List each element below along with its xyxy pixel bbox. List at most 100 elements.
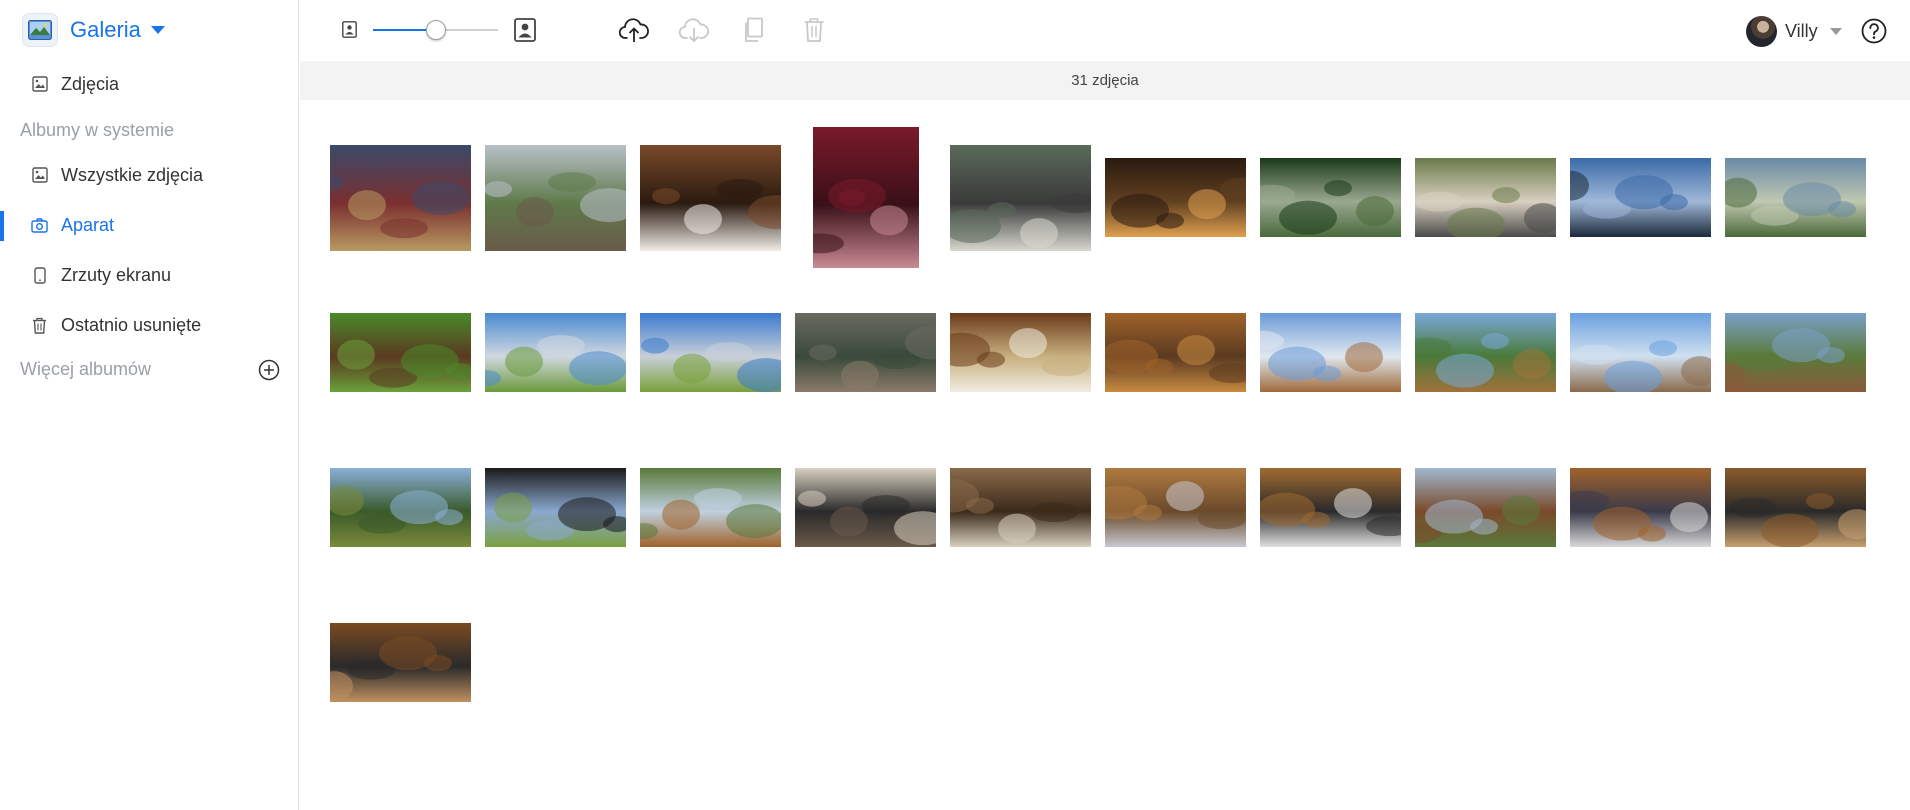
photo-thumbnail[interactable] (640, 144, 781, 251)
photo-tile[interactable] (1563, 275, 1718, 430)
photo-tile[interactable] (1098, 275, 1253, 430)
sidebar-item-recently-deleted[interactable]: Ostatnio usunięte (0, 305, 298, 345)
sidebar-item-label: Zdjęcia (61, 73, 120, 94)
photo-thumbnail[interactable] (640, 468, 781, 547)
sidebar-item-photos[interactable]: Zdjęcia (0, 64, 298, 104)
photo-tile[interactable] (323, 275, 478, 430)
photo-tile[interactable] (1098, 120, 1253, 275)
photo-tile[interactable] (478, 430, 633, 585)
photo-tile[interactable] (633, 430, 788, 585)
photo-thumbnail[interactable] (812, 127, 919, 268)
photo-tile[interactable] (788, 430, 943, 585)
chevron-down-icon[interactable] (150, 26, 165, 34)
photo-thumbnail[interactable] (330, 144, 471, 251)
user-name[interactable]: Villy (1785, 21, 1818, 42)
photo-thumbnail[interactable] (1415, 468, 1556, 547)
photo-thumbnail[interactable] (950, 313, 1091, 392)
photo-tile[interactable] (1718, 120, 1873, 275)
photo-thumbnail[interactable] (950, 144, 1091, 251)
zoom-out-icon[interactable] (342, 21, 357, 38)
photo-tile[interactable] (943, 430, 1098, 585)
photo-thumbnail[interactable] (795, 313, 936, 392)
photo-thumbnail[interactable] (330, 623, 471, 702)
help-icon[interactable] (1861, 18, 1887, 44)
photo-tile[interactable] (943, 120, 1098, 275)
photo-tile[interactable] (788, 275, 943, 430)
sidebar-item-label: Ostatnio usunięte (61, 314, 202, 335)
upload-icon[interactable] (618, 14, 650, 46)
photo-tile[interactable] (1253, 275, 1408, 430)
photo-thumbnail[interactable] (950, 468, 1091, 547)
photo-tile[interactable] (788, 120, 943, 275)
sidebar-item-camera[interactable]: Aparat (0, 205, 298, 245)
copy-icon[interactable] (738, 14, 770, 46)
photo-tile[interactable] (633, 120, 788, 275)
avatar[interactable] (1746, 15, 1777, 47)
sidebar-item-screenshots[interactable]: Zrzuty ekranu (0, 255, 298, 295)
sidebar: Galeria Zdjęcia Albumy w systemie Wszyst… (0, 0, 299, 810)
photo-thumbnail[interactable] (1260, 158, 1401, 237)
chevron-down-icon[interactable] (1829, 27, 1842, 35)
photo-thumbnail[interactable] (1725, 313, 1866, 392)
photo-tile[interactable] (323, 430, 478, 585)
toolbar (300, 0, 1910, 61)
photo-thumbnail[interactable] (485, 313, 626, 392)
photo-tile[interactable] (323, 120, 478, 275)
camera-icon (31, 217, 48, 234)
photo-grid (300, 100, 1910, 810)
photo-tile[interactable] (323, 585, 478, 740)
photo-tile[interactable] (1253, 430, 1408, 585)
app-title[interactable]: Galeria (70, 17, 141, 43)
app-switcher[interactable]: Galeria (22, 13, 165, 47)
photo-thumbnail[interactable] (1260, 468, 1401, 547)
photo-tile[interactable] (943, 275, 1098, 430)
user-menu[interactable]: Villy (1746, 15, 1842, 47)
delete-icon[interactable] (798, 14, 830, 46)
photo-tile[interactable] (1408, 430, 1563, 585)
photo-tile[interactable] (1563, 430, 1718, 585)
zoom-slider-thumb[interactable] (425, 20, 446, 40)
photo-tile[interactable] (478, 275, 633, 430)
sidebar-item-label: Aparat (61, 214, 115, 235)
photo-tile[interactable] (1718, 430, 1873, 585)
add-album-icon[interactable] (258, 359, 280, 381)
photo-tile[interactable] (1563, 120, 1718, 275)
photo-thumbnail[interactable] (1725, 158, 1866, 237)
image-icon (31, 167, 48, 184)
photo-thumbnail[interactable] (1415, 313, 1556, 392)
sidebar-item-all-photos[interactable]: Wszystkie zdjęcia (0, 155, 298, 195)
photo-thumbnail[interactable] (1105, 468, 1246, 547)
photo-tile[interactable] (1718, 275, 1873, 430)
photo-tile[interactable] (1408, 275, 1563, 430)
more-albums-heading: Więcej albumów (20, 359, 152, 379)
photo-thumbnail[interactable] (1260, 313, 1401, 392)
image-icon (31, 76, 48, 93)
photo-thumbnail[interactable] (485, 468, 626, 547)
photo-thumbnail[interactable] (1725, 468, 1866, 547)
sidebar-item-label: Wszystkie zdjęcia (61, 164, 204, 185)
download-icon[interactable] (678, 14, 710, 46)
photo-tile[interactable] (478, 120, 633, 275)
zoom-slider[interactable] (373, 20, 498, 40)
photo-thumbnail[interactable] (640, 313, 781, 392)
photo-tile[interactable] (633, 275, 788, 430)
photo-thumbnail[interactable] (485, 144, 626, 251)
photo-tile[interactable] (1253, 120, 1408, 275)
photo-thumbnail[interactable] (1570, 158, 1711, 237)
sidebar-item-label: Zrzuty ekranu (61, 264, 172, 285)
photo-count-bar: 31 zdjęcia (300, 61, 1910, 100)
photo-thumbnail[interactable] (795, 468, 936, 547)
photo-thumbnail[interactable] (330, 468, 471, 547)
system-albums-heading: Albumy w systemie (20, 120, 175, 140)
gallery-app-icon (22, 13, 58, 47)
photo-thumbnail[interactable] (1570, 313, 1711, 392)
photo-thumbnail[interactable] (1415, 158, 1556, 237)
photo-thumbnail[interactable] (1105, 313, 1246, 392)
photo-tile[interactable] (1408, 120, 1563, 275)
photo-thumbnail[interactable] (330, 313, 471, 392)
photo-thumbnail[interactable] (1105, 158, 1246, 237)
photo-thumbnail[interactable] (1570, 468, 1711, 547)
zoom-in-icon[interactable] (514, 18, 536, 42)
photo-count: 31 zdjęcia (1071, 72, 1139, 89)
photo-tile[interactable] (1098, 430, 1253, 585)
